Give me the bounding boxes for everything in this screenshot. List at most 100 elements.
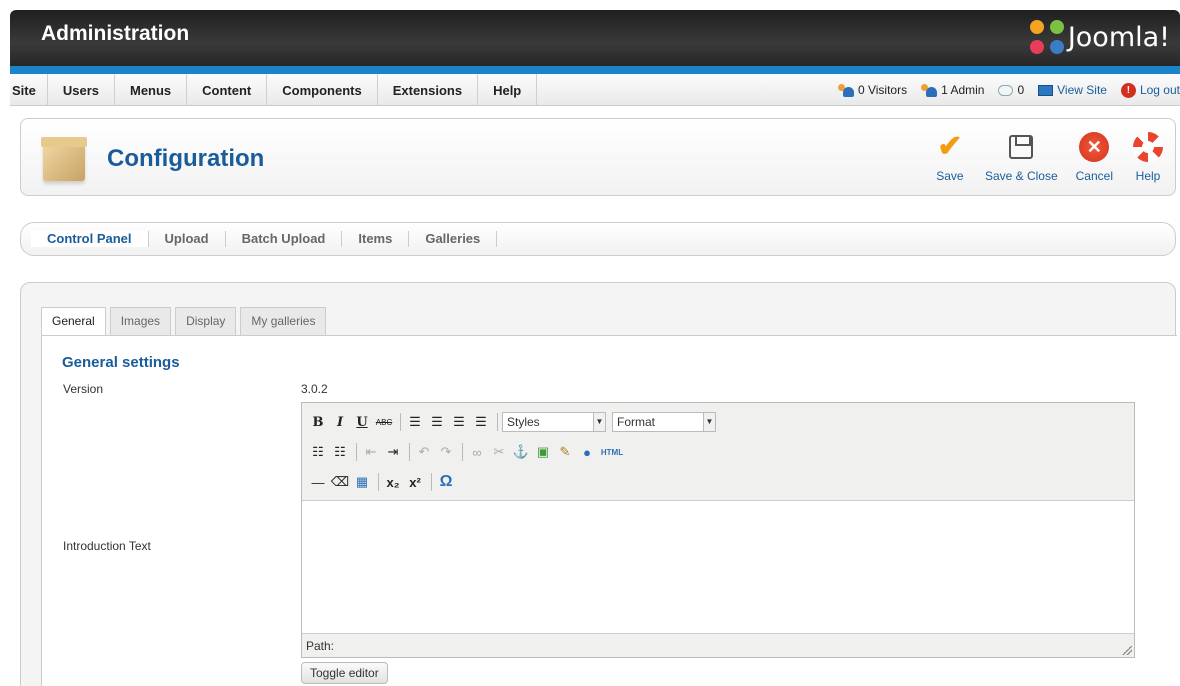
editor-toolbar: B I U ABC ☰ ☰ ☰ ☰ Styles ▼ Format ▼ ☷ ☷ … xyxy=(302,403,1134,501)
config-tabs: General Images Display My galleries xyxy=(41,307,330,336)
toggle-editor-button[interactable]: Toggle editor xyxy=(301,662,388,684)
editor-toolbar-row-1: B I U ABC ☰ ☰ ☰ ☰ Styles ▼ Format ▼ xyxy=(308,407,1128,437)
format-select[interactable]: Format ▼ xyxy=(612,412,716,432)
menu-item-extensions[interactable]: Extensions xyxy=(378,74,479,106)
tab-display[interactable]: Display xyxy=(175,307,237,335)
styles-select[interactable]: Styles ▼ xyxy=(502,412,606,432)
strikethrough-icon[interactable]: ABC xyxy=(374,412,394,432)
special-character-icon[interactable]: Ω xyxy=(436,472,456,492)
cleanup-icon[interactable]: ✎ xyxy=(555,442,575,462)
horizontal-rule-icon[interactable]: — xyxy=(308,472,328,492)
submenu-batch-upload[interactable]: Batch Upload xyxy=(226,231,343,247)
status-area: 0 Visitors 1 Admin 0 View Site ! Log out xyxy=(824,74,1180,106)
editor-path-bar: Path: xyxy=(302,633,1134,657)
view-site-link[interactable]: View Site xyxy=(1038,83,1107,97)
lifebuoy-icon xyxy=(1133,132,1163,162)
editor-toolbar-row-3: — ⌫ ▦ x₂ x² Ω xyxy=(308,467,1128,497)
admin-icon xyxy=(921,83,938,97)
help-button[interactable]: Help xyxy=(1131,131,1165,183)
joomla-logo[interactable]: Joomla! xyxy=(1029,20,1170,54)
tab-my-galleries[interactable]: My galleries xyxy=(240,307,327,335)
link-icon[interactable]: ∞ xyxy=(467,442,487,462)
html-source-icon[interactable]: HTML xyxy=(599,442,625,462)
config-panel: General Images Display My galleries Gene… xyxy=(20,282,1177,686)
header-bar: Administration Joomla! xyxy=(10,10,1180,66)
anchor-icon[interactable]: ⚓ xyxy=(511,442,531,462)
save-button[interactable]: ✔ Save xyxy=(933,130,967,184)
underline-icon[interactable]: U xyxy=(352,412,372,432)
submenu-items[interactable]: Items xyxy=(342,231,410,247)
messages-status[interactable]: 0 xyxy=(998,83,1024,97)
messages-icon xyxy=(998,84,1014,96)
tab-images[interactable]: Images xyxy=(109,307,172,335)
view-site-label: View Site xyxy=(1057,83,1107,97)
eraser-icon[interactable]: ⌫ xyxy=(330,472,350,492)
save-close-button[interactable]: Save & Close xyxy=(985,131,1058,183)
align-left-icon[interactable]: ☰ xyxy=(405,412,425,432)
header-title: Administration xyxy=(41,22,190,45)
logo-text: Joomla! xyxy=(1067,21,1170,53)
menu-item-users[interactable]: Users xyxy=(48,74,115,106)
component-submenu: Control Panel Upload Batch Upload Items … xyxy=(20,222,1176,256)
joomla-logo-icon xyxy=(1029,20,1064,54)
outdent-icon[interactable]: ⇤ xyxy=(361,442,381,462)
menu-item-site[interactable]: Site xyxy=(10,74,48,106)
main-menubar: Site Users Menus Content Components Exte… xyxy=(10,74,1180,106)
numbered-list-icon[interactable]: ☷ xyxy=(330,442,350,462)
bold-icon[interactable]: B xyxy=(308,412,328,432)
image-icon[interactable]: ▣ xyxy=(533,442,553,462)
editor-content-area[interactable] xyxy=(302,501,1134,633)
align-justify-icon[interactable]: ☰ xyxy=(471,412,491,432)
version-value: 3.0.2 xyxy=(301,382,328,396)
italic-icon[interactable]: I xyxy=(330,412,350,432)
menu-item-content[interactable]: Content xyxy=(187,74,268,106)
page-toolbar: Configuration ✔ Save Save & Close ✕ Canc… xyxy=(20,118,1176,196)
superscript-icon[interactable]: x² xyxy=(405,472,425,492)
visitors-status: 0 Visitors xyxy=(837,83,908,97)
cancel-button[interactable]: ✕ Cancel xyxy=(1076,131,1113,183)
table-icon[interactable]: ▦ xyxy=(352,472,372,492)
messages-count: 0 xyxy=(1017,83,1025,97)
editor-toolbar-row-2: ☷ ☷ ⇤ ⇥ ↶ ↷ ∞ ✂ ⚓ ▣ ✎ ● HTML xyxy=(308,437,1128,467)
checkmark-icon: ✔ xyxy=(937,130,963,163)
page-title: Configuration xyxy=(107,145,265,172)
align-right-icon[interactable]: ☰ xyxy=(449,412,469,432)
submenu-control-panel[interactable]: Control Panel xyxy=(31,231,149,247)
help-circle-icon[interactable]: ● xyxy=(577,442,597,462)
save-label: Save xyxy=(936,169,964,183)
menu-item-components[interactable]: Components xyxy=(267,74,378,106)
version-label: Version xyxy=(63,382,104,396)
unlink-icon[interactable]: ✂ xyxy=(489,442,509,462)
editor-path-label: Path: xyxy=(306,639,335,653)
logout-icon: ! xyxy=(1120,82,1136,98)
toolbar-buttons: ✔ Save Save & Close ✕ Cancel Help xyxy=(915,131,1165,183)
menu-item-help[interactable]: Help xyxy=(478,74,538,106)
menu-item-menus[interactable]: Menus xyxy=(115,74,188,106)
intro-text-label: Introduction Text xyxy=(63,539,151,553)
indent-icon[interactable]: ⇥ xyxy=(383,442,403,462)
submenu-upload[interactable]: Upload xyxy=(149,231,226,247)
redo-icon[interactable]: ↷ xyxy=(436,442,456,462)
undo-icon[interactable]: ↶ xyxy=(414,442,434,462)
bullet-list-icon[interactable]: ☷ xyxy=(308,442,328,462)
visitors-count: 0 Visitors xyxy=(857,83,908,97)
chevron-down-icon: ▼ xyxy=(593,413,605,431)
chevron-down-icon: ▼ xyxy=(703,413,715,431)
subscript-icon[interactable]: x₂ xyxy=(383,472,403,492)
help-label: Help xyxy=(1135,169,1161,183)
cancel-x-icon: ✕ xyxy=(1079,132,1110,162)
floppy-disk-icon xyxy=(1009,135,1034,159)
cancel-label: Cancel xyxy=(1075,169,1113,183)
tab-general[interactable]: General xyxy=(41,307,106,336)
resize-handle-icon[interactable] xyxy=(1122,645,1132,655)
logout-link[interactable]: ! Log out xyxy=(1120,82,1180,98)
admins-count: 1 Admin xyxy=(941,83,985,97)
section-title: General settings xyxy=(62,354,180,371)
rich-text-editor: B I U ABC ☰ ☰ ☰ ☰ Styles ▼ Format ▼ ☷ ☷ … xyxy=(301,402,1135,658)
visitors-icon xyxy=(837,83,855,97)
align-center-icon[interactable]: ☰ xyxy=(427,412,447,432)
submenu-galleries[interactable]: Galleries xyxy=(409,231,498,247)
save-close-label: Save & Close xyxy=(984,169,1058,183)
view-site-icon xyxy=(1038,84,1054,96)
header-accent-bar xyxy=(10,66,1180,74)
